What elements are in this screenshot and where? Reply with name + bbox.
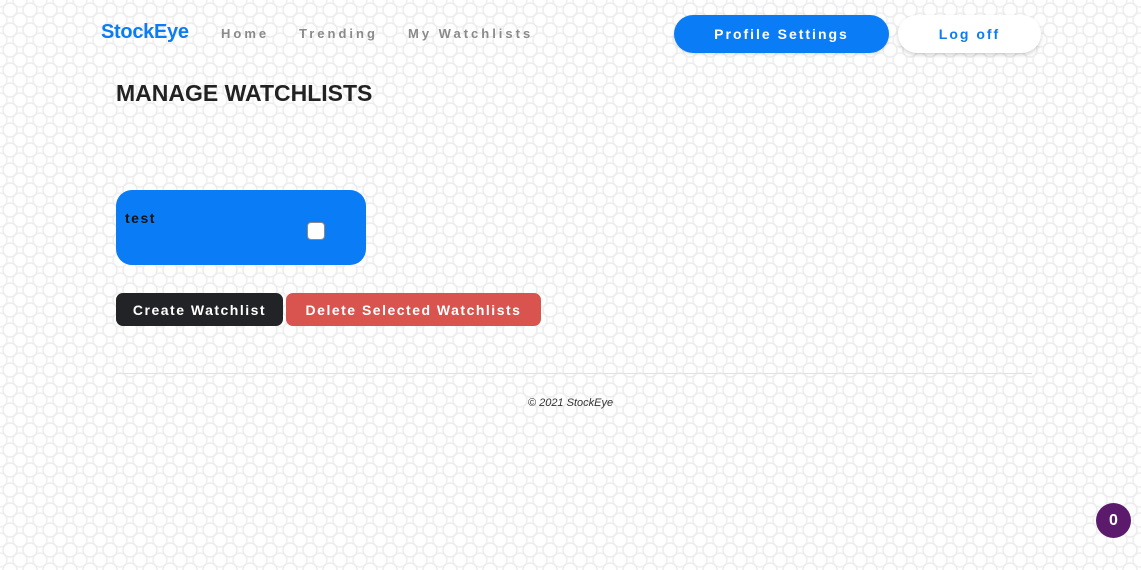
- notification-count-badge[interactable]: 0: [1096, 503, 1131, 538]
- log-off-button[interactable]: Log off: [898, 15, 1041, 53]
- nav-home-link[interactable]: Home: [221, 26, 269, 41]
- profile-settings-button[interactable]: Profile Settings: [674, 15, 889, 53]
- brand-logo[interactable]: StockEye: [101, 21, 189, 44]
- nav-trending-link[interactable]: Trending: [299, 26, 378, 41]
- nav-my-watchlists-link[interactable]: My Watchlists: [408, 26, 533, 41]
- watchlist-card[interactable]: test: [116, 190, 366, 265]
- watchlist-name: test: [125, 210, 156, 226]
- create-watchlist-button[interactable]: Create Watchlist: [116, 293, 283, 326]
- footer-divider: [116, 373, 1032, 374]
- page-title: MANAGE WATCHLISTS: [116, 80, 373, 106]
- watchlist-select-checkbox[interactable]: [307, 222, 325, 240]
- delete-selected-watchlists-button[interactable]: Delete Selected Watchlists: [286, 293, 541, 326]
- top-header: StockEye Home Trending My Watchlists Pro…: [0, 0, 1141, 68]
- footer-copyright: © 2021 StockEye: [527, 397, 614, 409]
